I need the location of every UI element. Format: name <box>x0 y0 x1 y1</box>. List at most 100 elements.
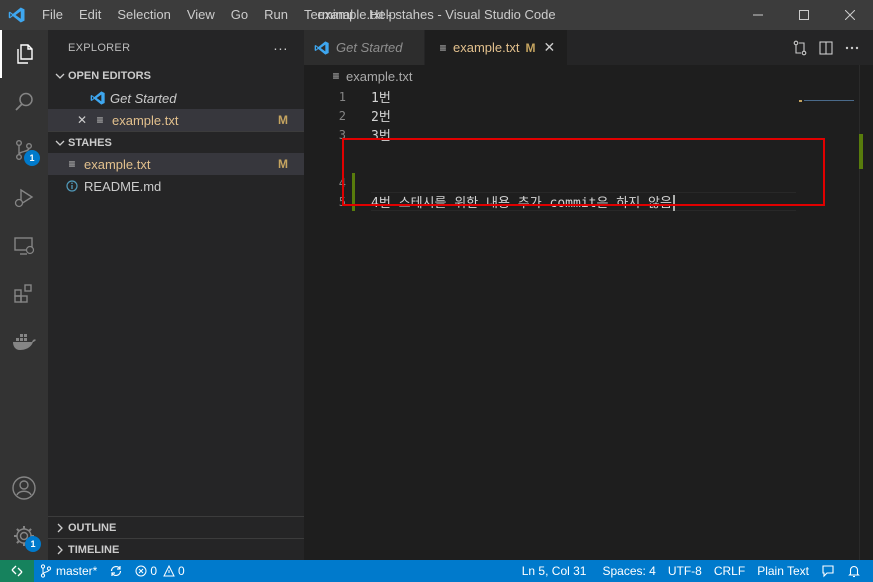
sync-icon <box>111 565 122 577</box>
menu-file[interactable]: File <box>34 0 71 30</box>
outline-section[interactable]: OUTLINE <box>48 516 304 538</box>
search-icon[interactable] <box>0 78 48 126</box>
warning-count: 0 <box>178 564 185 578</box>
file-label: example.txt <box>84 156 151 172</box>
chevron-right-icon <box>52 545 68 555</box>
line-number: 3 <box>338 127 346 142</box>
open-editor-label: Get Started <box>110 90 177 106</box>
info-icon <box>64 180 80 192</box>
timeline-title: TIMELINE <box>68 543 120 556</box>
close-tab-button[interactable]: ✕ <box>543 39 555 56</box>
git-branch[interactable]: master* <box>34 560 103 582</box>
menu-selection[interactable]: Selection <box>109 0 178 30</box>
remote-indicator[interactable] <box>0 560 34 582</box>
notifications-button[interactable] <box>841 560 867 582</box>
more-actions-icon[interactable] <box>839 37 865 59</box>
highlight-annotation-box <box>342 138 825 206</box>
open-editor-label: example.txt <box>112 112 179 128</box>
line-text: 2번 <box>371 110 391 125</box>
window-controls <box>735 0 873 30</box>
end-of-line[interactable]: CRLF <box>708 560 751 582</box>
file-item[interactable]: ≡ example.txt M <box>48 153 304 175</box>
line-text: 1번 <box>371 91 391 106</box>
text-file-icon: ≡ <box>68 157 76 171</box>
vscode-icon <box>90 90 106 106</box>
outline-title: OUTLINE <box>68 521 117 534</box>
editor-tabs: Get Started ≡ example.txt M ✕ <box>304 30 873 65</box>
remote-icon <box>11 565 23 577</box>
open-editors-title: OPEN EDITORS <box>68 70 151 82</box>
editor-actions <box>787 30 865 65</box>
status-bar-right: Ln 5, Col 31 Spaces: 4 UTF-8 CRLF Plain … <box>516 560 867 582</box>
folder-title: STAHES <box>68 136 112 149</box>
remote-explorer-icon[interactable] <box>0 222 48 270</box>
code-line: 2 2번 <box>304 106 804 126</box>
accounts-icon[interactable] <box>0 464 48 512</box>
tab-example-txt[interactable]: ≡ example.txt M ✕ <box>425 30 567 65</box>
chevron-down-icon <box>52 138 68 148</box>
manage-badge: 1 <box>25 536 41 552</box>
indentation[interactable]: Spaces: 4 <box>596 560 661 582</box>
warning-icon <box>163 565 175 577</box>
feedback-button[interactable] <box>815 560 841 582</box>
manage-gear-icon[interactable]: 1 <box>0 512 48 560</box>
menu-help[interactable]: Help <box>361 0 404 30</box>
menu-terminal[interactable]: Terminal <box>296 0 361 30</box>
close-window-button[interactable] <box>827 0 873 30</box>
line-number: 4 <box>338 175 346 190</box>
source-control-badge: 1 <box>24 150 40 166</box>
tab-label: example.txt <box>453 40 520 55</box>
tab-label: Get Started <box>336 40 403 55</box>
file-label: README.md <box>84 178 162 194</box>
timeline-section[interactable]: TIMELINE <box>48 538 304 560</box>
source-control-icon[interactable]: 1 <box>0 126 48 174</box>
minimap[interactable] <box>799 92 857 102</box>
code-line: 1 1번 <box>304 87 804 107</box>
vscode-icon <box>314 40 329 55</box>
open-changes-icon[interactable] <box>787 37 813 59</box>
modified-badge: M <box>278 113 288 127</box>
problems-indicator[interactable]: 0 0 <box>129 560 190 582</box>
breadcrumb[interactable]: ≡ example.txt <box>304 65 873 87</box>
error-icon <box>135 565 147 577</box>
menu-run[interactable]: Run <box>256 0 296 30</box>
maximize-button[interactable] <box>781 0 827 30</box>
close-editor-button[interactable]: ✕ <box>74 113 90 127</box>
tab-get-started[interactable]: Get Started <box>304 30 425 65</box>
modified-badge: M <box>525 40 536 55</box>
menu-view[interactable]: View <box>179 0 223 30</box>
docker-icon[interactable] <box>0 318 48 366</box>
extensions-icon[interactable] <box>0 270 48 318</box>
vscode-logo-icon <box>0 0 34 30</box>
encoding[interactable]: UTF-8 <box>662 560 708 582</box>
explorer-title: EXPLORER <box>68 41 131 54</box>
bell-icon <box>848 565 860 578</box>
text-file-icon: ≡ <box>96 113 104 127</box>
text-file-icon: ≡ <box>332 69 340 83</box>
branch-name: master* <box>56 564 98 578</box>
status-bar: master* 0 0 Ln 5, Col 31 Spaces: 4 UTF-8… <box>0 560 873 582</box>
folder-section[interactable]: STAHES <box>48 131 304 153</box>
file-item[interactable]: README.md <box>48 175 304 197</box>
more-actions-button[interactable]: ··· <box>273 40 288 56</box>
open-editor-item[interactable]: ✕ ≡ example.txt M <box>48 109 304 131</box>
open-editor-item[interactable]: Get Started <box>48 87 304 109</box>
run-debug-icon[interactable] <box>0 174 48 222</box>
chevron-right-icon <box>52 523 68 533</box>
explorer-header: EXPLORER ··· <box>48 30 304 65</box>
title-bar: File Edit Selection View Go Run Terminal… <box>0 0 873 30</box>
feedback-icon <box>822 565 834 578</box>
text-file-icon: ≡ <box>439 40 447 55</box>
editor-area: Get Started ≡ example.txt M ✕ ≡ example.… <box>304 30 873 560</box>
modified-badge: M <box>278 157 288 171</box>
error-count: 0 <box>150 564 158 578</box>
cursor-position[interactable]: Ln 5, Col 31 <box>516 560 593 582</box>
menu-go[interactable]: Go <box>223 0 256 30</box>
menu-edit[interactable]: Edit <box>71 0 109 30</box>
open-editors-section[interactable]: OPEN EDITORS <box>48 65 304 87</box>
language-mode[interactable]: Plain Text <box>751 560 815 582</box>
explorer-icon[interactable] <box>0 30 48 78</box>
sync-button[interactable] <box>103 560 129 582</box>
minimize-button[interactable] <box>735 0 781 30</box>
split-editor-icon[interactable] <box>813 37 839 59</box>
